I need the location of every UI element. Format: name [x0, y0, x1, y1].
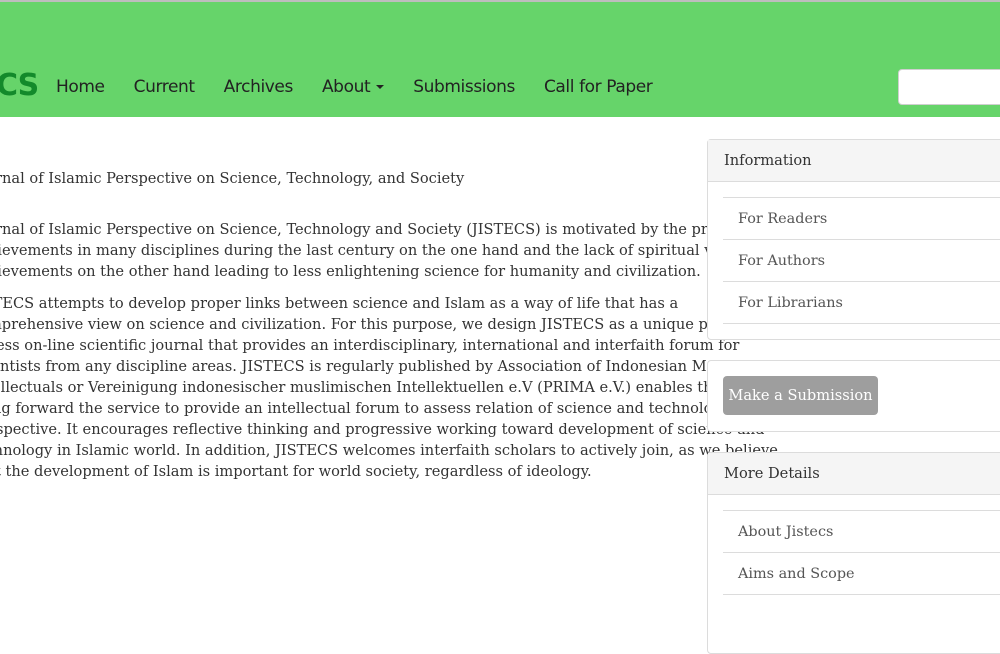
paragraph-line: perspective. It encourages reflective th…: [0, 421, 765, 438]
site-logo[interactable]: CS: [0, 68, 39, 103]
paragraph-line: technology in Islamic world. In addition…: [0, 442, 778, 459]
more-details-list: About Jistecs Aims and Scope: [708, 495, 1000, 609]
nav-about-label: About: [321, 77, 371, 97]
paragraph-line: achievements in many disciplines during …: [0, 242, 810, 259]
nav-archives[interactable]: Archives: [224, 77, 294, 97]
submission-block: Make a Submission: [707, 360, 1000, 432]
description-paragraph-2: JISTECS attempts to develop proper links…: [0, 293, 846, 482]
link-about-jistecs[interactable]: About Jistecs: [723, 510, 1000, 552]
search-input[interactable]: [898, 69, 1000, 105]
make-submission-button[interactable]: Make a Submission: [723, 376, 878, 415]
link-aims-and-scope[interactable]: Aims and Scope: [723, 552, 1000, 595]
paragraph-line: scientists from any discipline areas. JI…: [0, 358, 751, 375]
nav-home[interactable]: Home: [56, 77, 105, 97]
paragraph-line: that the development of Islam is importa…: [0, 463, 592, 480]
primary-nav: Home Current Archives About Submissions …: [56, 77, 681, 97]
more-details-block: More Details About Jistecs Aims and Scop…: [707, 452, 1000, 654]
link-for-authors[interactable]: For Authors: [723, 239, 1000, 281]
nav-about[interactable]: About: [321, 77, 385, 97]
more-details-block-title: More Details: [708, 453, 1000, 495]
paragraph-line: bring forward the service to provide an …: [0, 400, 825, 417]
site-header: CS Home Current Archives About Submissio…: [0, 2, 1000, 117]
paragraph-line: comprehensive view on science and civili…: [0, 316, 846, 333]
main-content: Journal of Islamic Perspective on Scienc…: [0, 168, 846, 493]
nav-current[interactable]: Current: [134, 77, 195, 97]
paragraph-line: JISTECS attempts to develop proper links…: [0, 295, 679, 312]
nav-call-for-paper[interactable]: Call for Paper: [544, 77, 653, 97]
paragraph-line: achievements on the other hand leading t…: [0, 263, 701, 280]
link-for-readers[interactable]: For Readers: [723, 197, 1000, 239]
paragraph-line: Journal of Islamic Perspective on Scienc…: [0, 221, 779, 238]
information-block: Information For Readers For Authors For …: [707, 139, 1000, 340]
caret-down-icon: [376, 85, 385, 89]
nav-submissions[interactable]: Submissions: [413, 77, 515, 97]
description-paragraph-1: Journal of Islamic Perspective on Scienc…: [0, 219, 810, 282]
paragraph-line: Intellectuals or Vereinigung indonesisch…: [0, 379, 798, 396]
paragraph-line: access on-line scientific journal that p…: [0, 337, 740, 354]
journal-title: Journal of Islamic Perspective on Scienc…: [0, 170, 465, 187]
information-list: For Readers For Authors For Librarians: [708, 182, 1000, 338]
link-for-librarians[interactable]: For Librarians: [723, 281, 1000, 324]
information-block-title: Information: [708, 140, 1000, 182]
